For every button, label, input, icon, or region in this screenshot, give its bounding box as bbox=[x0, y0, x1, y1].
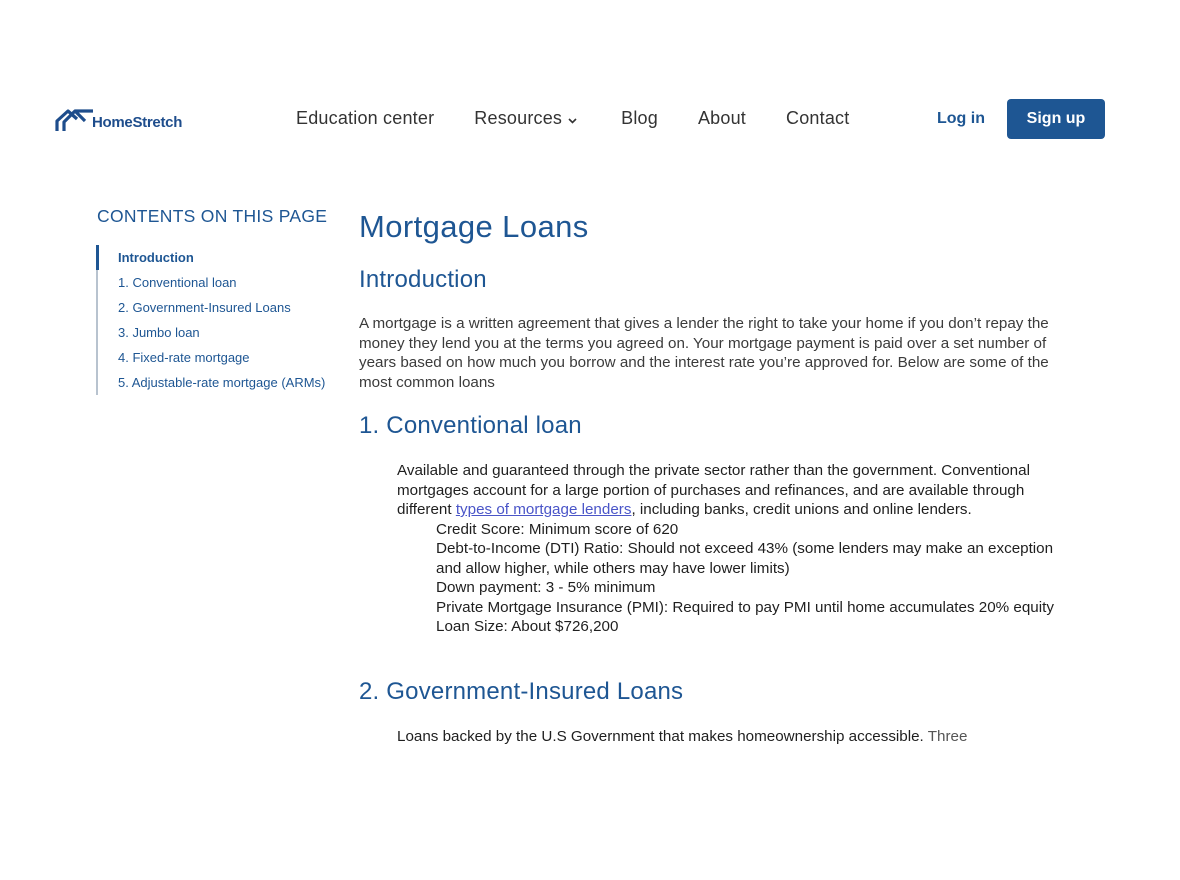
nav-item-blog[interactable]: Blog bbox=[621, 108, 658, 129]
section-heading-conventional-loan: 1. Conventional loan bbox=[359, 412, 582, 439]
toc-item-fixed-rate-mortgage[interactable]: 4. Fixed-rate mortgage bbox=[98, 345, 325, 370]
government-text-faded: Three bbox=[927, 727, 968, 745]
list-item: Loan Size: About $726,200 bbox=[436, 618, 619, 635]
conventional-text-after-link: , including banks, credit unions and onl… bbox=[631, 501, 972, 518]
table-of-contents: Introduction 1. Conventional loan 2. Gov… bbox=[95, 245, 325, 395]
conventional-loan-body: Available and guaranteed through the pri… bbox=[397, 461, 1062, 637]
logo[interactable]: HomeStretch bbox=[55, 106, 182, 132]
login-link[interactable]: Log in bbox=[937, 110, 985, 128]
toc-item-conventional-loan[interactable]: 1. Conventional loan bbox=[98, 270, 325, 295]
types-of-mortgage-lenders-link[interactable]: types of mortgage lenders bbox=[456, 501, 632, 518]
nav-label: About bbox=[697, 108, 747, 128]
government-loans-body: Loans backed by the U.S Government that … bbox=[397, 727, 1062, 746]
page-title: Mortgage Loans bbox=[359, 209, 589, 244]
list-item: Debt-to-Income (DTI) Ratio: Should not e… bbox=[436, 540, 1054, 577]
government-text: Loans backed by the U.S Government that … bbox=[397, 727, 924, 745]
article: Mortgage Loans Introduction A mortgage i… bbox=[359, 205, 1079, 746]
intro-paragraph: A mortgage is a written agreement that g… bbox=[359, 315, 1049, 391]
nav-item-contact[interactable]: Contact bbox=[786, 108, 849, 129]
main-nav: Education center Resources Blog About Co… bbox=[296, 108, 889, 129]
page: HomeStretch Education center Resources B… bbox=[0, 0, 1180, 880]
nav-label: Resources bbox=[474, 108, 563, 128]
list-item: Down payment: 3 - 5% minimum bbox=[436, 579, 656, 596]
nav-label: Blog bbox=[621, 108, 658, 128]
toc-item-introduction[interactable]: Introduction bbox=[95, 245, 325, 270]
toc-item-adjustable-rate-mortgage[interactable]: 5. Adjustable-rate mortgage (ARMs) bbox=[98, 370, 325, 395]
nav-item-resources[interactable]: Resources bbox=[474, 108, 577, 129]
section-heading-introduction: Introduction bbox=[359, 266, 487, 293]
nav-label: Contact bbox=[786, 108, 850, 128]
conventional-requirements-list: Credit Score: Minimum score of 620 Debt-… bbox=[397, 520, 1062, 637]
nav-item-education-center[interactable]: Education center bbox=[296, 108, 434, 129]
house-roof-icon bbox=[55, 109, 93, 131]
nav-label: Education center bbox=[296, 108, 435, 128]
logo-text: HomeStretch bbox=[92, 114, 183, 131]
signup-button[interactable]: Sign up bbox=[1007, 99, 1105, 139]
nav-item-about[interactable]: About bbox=[698, 108, 746, 129]
toc-item-government-insured-loans[interactable]: 2. Government-Insured Loans bbox=[98, 295, 325, 320]
toc-title: CONTENTS ON THIS PAGE bbox=[97, 206, 328, 226]
toc-item-jumbo-loan[interactable]: 3. Jumbo loan bbox=[98, 320, 325, 345]
list-item: Private Mortgage Insurance (PMI): Requir… bbox=[436, 598, 1054, 616]
chevron-down-icon bbox=[568, 108, 577, 129]
list-item: Credit Score: Minimum score of 620 bbox=[436, 520, 679, 538]
section-heading-government-insured-loans: 2. Government-Insured Loans bbox=[359, 677, 684, 705]
